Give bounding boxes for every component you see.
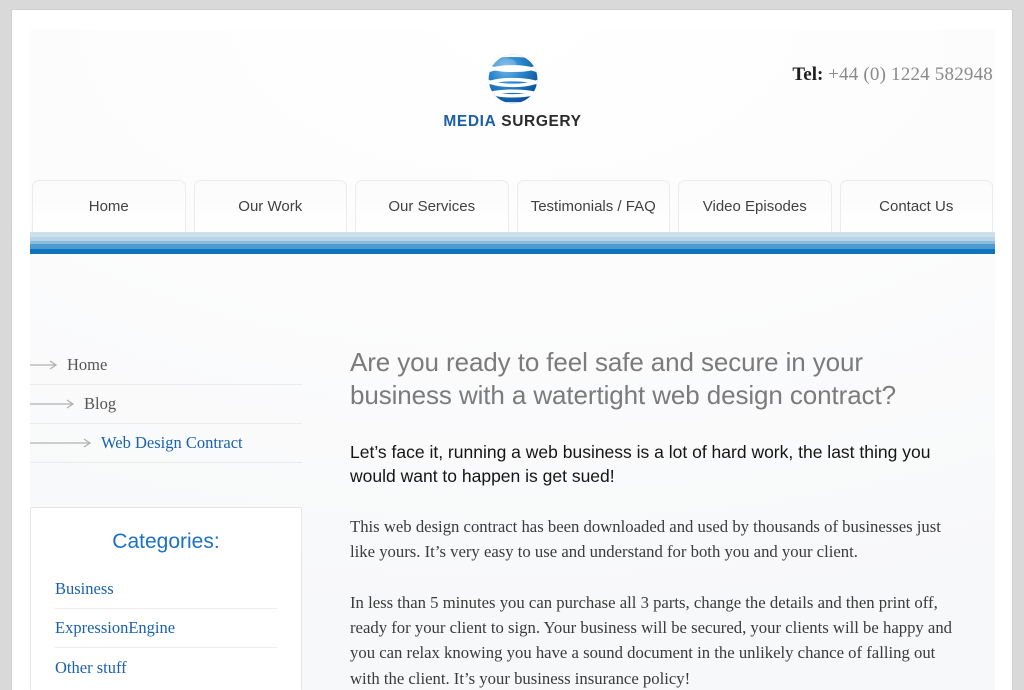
content-surface: MEDIA SURGERY Tel: +44 (0) 1224 582948 H… bbox=[30, 30, 995, 690]
breadcrumb-item-home[interactable]: Home bbox=[30, 346, 302, 385]
nav-item-testimonials-faq[interactable]: Testimonials / FAQ bbox=[516, 180, 670, 232]
accent-stripe bbox=[30, 249, 995, 254]
breadcrumb-item-web-design-contract[interactable]: Web Design Contract bbox=[30, 424, 302, 463]
sidebar: Home Blog Web Design Contract Categories… bbox=[30, 346, 320, 690]
page-layout: Home Blog Web Design Contract Categories… bbox=[30, 254, 995, 690]
contact-telephone: Tel: +44 (0) 1224 582948 bbox=[792, 64, 993, 86]
category-label: Business bbox=[55, 579, 114, 598]
accent-band bbox=[30, 232, 995, 254]
site-header: MEDIA SURGERY Tel: +44 (0) 1224 582948 bbox=[30, 30, 995, 180]
category-label: Other stuff bbox=[55, 657, 127, 677]
arrow-right-icon bbox=[30, 438, 92, 448]
arrow-right-icon bbox=[30, 399, 75, 409]
article: Are you ready to feel safe and secure in… bbox=[320, 346, 995, 690]
brand-wordmark: MEDIA SURGERY bbox=[443, 113, 581, 131]
nav-item-home[interactable]: Home bbox=[32, 180, 186, 232]
nav-item-our-work[interactable]: Our Work bbox=[193, 180, 347, 232]
category-item-other-stuff[interactable]: Other stuff bbox=[55, 648, 277, 687]
categories-card: Categories: Business ExpressionEngine Ot… bbox=[30, 507, 302, 690]
arrow-right-icon bbox=[30, 360, 58, 370]
article-headline: Are you ready to feel safe and secure in… bbox=[350, 347, 896, 411]
breadcrumb: Home Blog Web Design Contract bbox=[30, 346, 302, 463]
nav-item-label: Our Services bbox=[388, 198, 476, 215]
nav-item-label: Home bbox=[88, 198, 129, 215]
telephone-number[interactable]: +44 (0) 1224 582948 bbox=[828, 64, 993, 85]
nav-item-label: Video Episodes bbox=[702, 198, 807, 215]
breadcrumb-item-blog[interactable]: Blog bbox=[30, 385, 302, 424]
category-item-expressionengine[interactable]: ExpressionEngine bbox=[55, 609, 277, 648]
article-paragraph: In less than 5 minutes you can purchase … bbox=[350, 592, 953, 688]
page-frame: MEDIA SURGERY Tel: +44 (0) 1224 582948 H… bbox=[12, 10, 1012, 690]
telephone-label: Tel: bbox=[792, 64, 824, 85]
breadcrumb-label: Blog bbox=[84, 394, 117, 413]
nav-item-label: Our Work bbox=[238, 198, 303, 215]
breadcrumb-label: Home bbox=[67, 355, 108, 374]
nav-item-contact-us[interactable]: Contact Us bbox=[839, 180, 993, 232]
article-paragraph: This web design contract has been downlo… bbox=[350, 516, 941, 562]
brand-logo[interactable]: MEDIA SURGERY bbox=[30, 50, 995, 131]
categories-title: Categories: bbox=[112, 530, 220, 553]
breadcrumb-label: Web Design Contract bbox=[101, 433, 243, 452]
nav-item-label: Contact Us bbox=[879, 198, 954, 215]
nav-item-our-services[interactable]: Our Services bbox=[355, 180, 509, 232]
nav-item-video-episodes[interactable]: Video Episodes bbox=[678, 180, 832, 232]
brand-word-secondary: SURGERY bbox=[501, 113, 582, 130]
globe-icon bbox=[488, 54, 537, 104]
category-item-business[interactable]: Business bbox=[55, 570, 277, 609]
main-navigation: Home Our Work Our Services Testimonials … bbox=[30, 180, 995, 232]
category-label: ExpressionEngine bbox=[55, 618, 176, 637]
article-lead-paragraph: Let’s face it, running a web business is… bbox=[350, 442, 931, 486]
brand-word-primary: MEDIA bbox=[443, 113, 497, 130]
nav-item-label: Testimonials / FAQ bbox=[530, 198, 656, 215]
